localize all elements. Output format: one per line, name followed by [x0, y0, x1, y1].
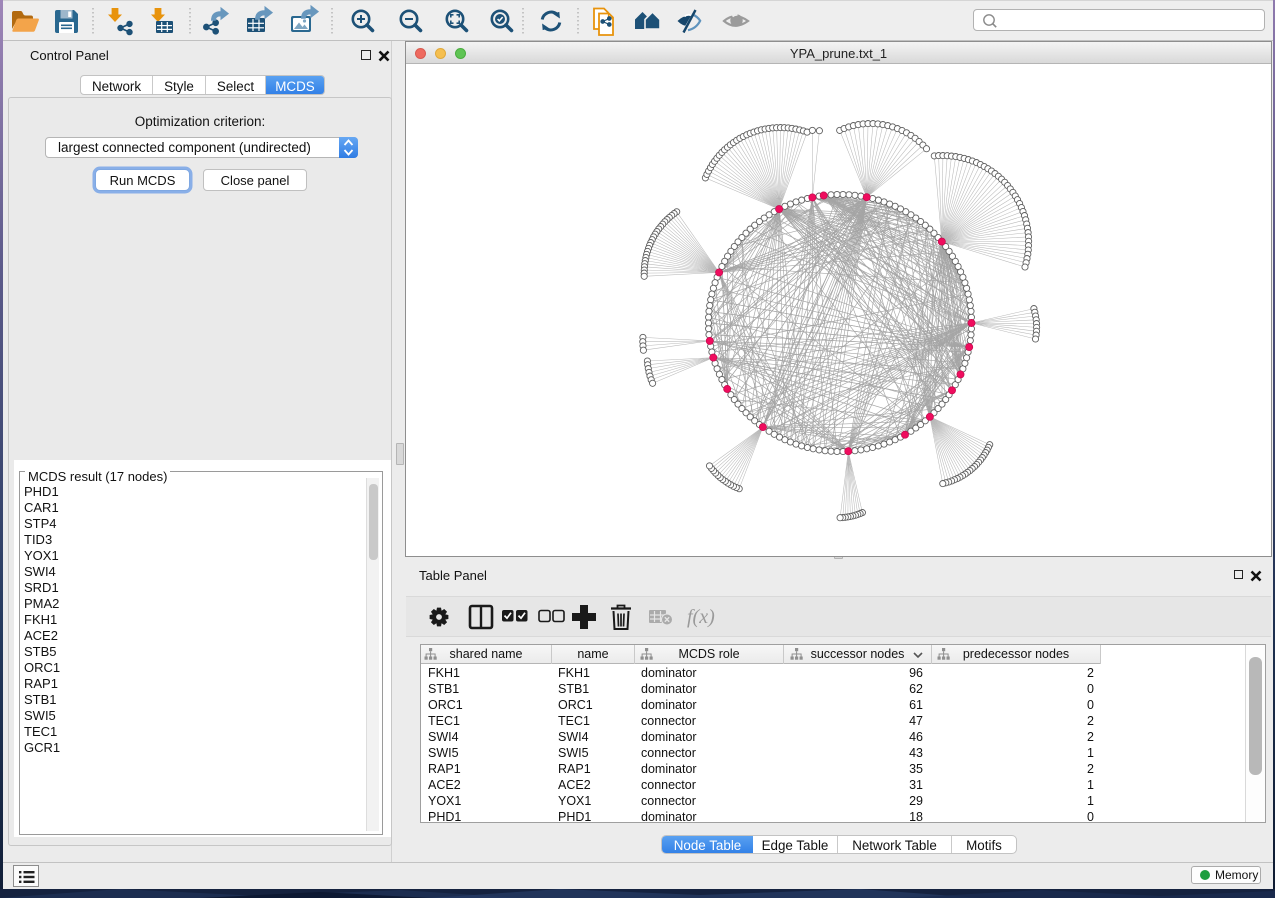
svg-text:f(x): f(x): [687, 606, 715, 628]
